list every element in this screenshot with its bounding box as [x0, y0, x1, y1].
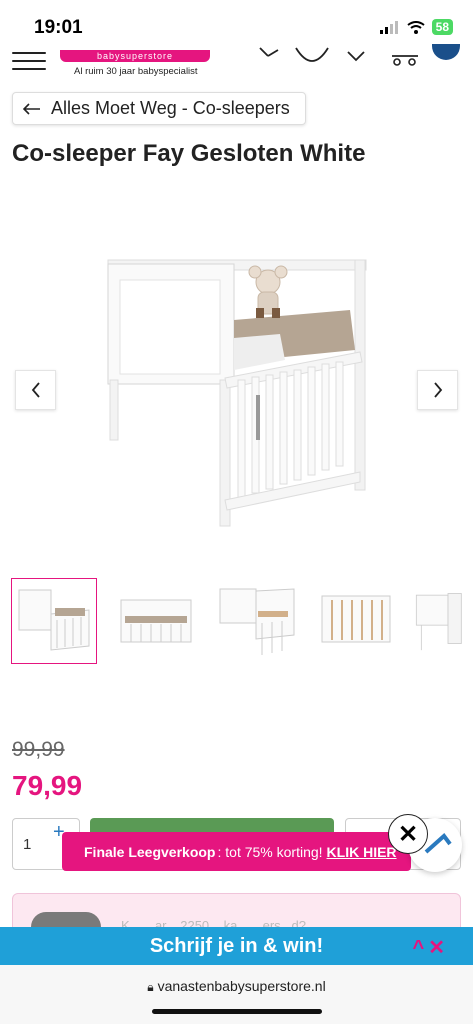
wifi-icon — [407, 20, 425, 34]
thumbnail-3[interactable] — [213, 578, 299, 664]
cart-count-badge — [432, 44, 460, 60]
chevron-down-icon[interactable] — [345, 46, 367, 66]
lock-icon: 🔒︎ — [147, 980, 154, 994]
url-text: vanastenbabysuperstore.nl — [157, 978, 326, 994]
crib-thumbnail-image — [18, 589, 90, 651]
close-icon[interactable]: ✕ — [388, 814, 428, 854]
chevron-up-icon[interactable]: ^ — [413, 937, 429, 959]
sale-price: 79,99 — [12, 770, 83, 801]
signup-controls[interactable]: ^✕ — [413, 935, 449, 960]
previous-image-button[interactable] — [15, 370, 56, 410]
thumbnail-4[interactable] — [313, 578, 399, 664]
close-icon[interactable]: ✕ — [428, 937, 449, 959]
signal-icon — [379, 20, 398, 34]
crib-thumbnail-image — [415, 593, 462, 651]
menu-icon[interactable] — [12, 52, 46, 72]
chevron-right-icon — [433, 382, 442, 398]
status-icons: 58 — [379, 19, 453, 35]
signup-label: Schrijf je in & win! — [149, 934, 324, 957]
chevron-left-icon — [31, 382, 40, 398]
arrow-left-icon — [23, 102, 40, 115]
promo-title: Finale Leegverkoop — [84, 843, 216, 860]
product-image[interactable] — [80, 220, 400, 550]
logo-tagline: Al ruim 30 jaar babyspecialist — [74, 66, 198, 77]
old-price: 99,99 — [12, 738, 65, 761]
quantity-value: 1 — [23, 836, 32, 853]
thumbnail-1[interactable] — [11, 578, 97, 664]
battery-icon: 58 — [431, 19, 453, 35]
url-display: 🔒︎ vanastenbabysuperstore.nl — [0, 978, 473, 995]
status-time: 19:01 — [34, 17, 83, 38]
crib-thumbnail-image — [120, 599, 192, 643]
browser-address-bar[interactable]: 🔒︎ vanastenbabysuperstore.nl — [0, 965, 473, 1024]
home-indicator — [152, 1009, 322, 1014]
site-header: babysuperstore Al ruim 30 jaar babyspeci… — [0, 44, 473, 82]
cart-icon[interactable] — [390, 44, 420, 68]
product-title: Co-sleeper Fay Gesloten White — [12, 140, 366, 167]
search-icon[interactable] — [258, 46, 286, 66]
promo-link[interactable]: KLIK HIER — [327, 844, 397, 860]
breadcrumb-label: Alles Moet Weg - Co-sleepers — [51, 98, 290, 118]
next-image-button[interactable] — [417, 370, 458, 410]
promo-banner[interactable]: Finale Leegverkoop : tot 75% korting! KL… — [62, 832, 411, 871]
crib-thumbnail-image — [321, 595, 391, 643]
promo-text: : tot 75% korting! — [217, 843, 323, 860]
crib-thumbnail-image — [219, 588, 295, 655]
signup-banner[interactable]: Schrijf je in & win! ^✕ — [0, 927, 473, 965]
logo[interactable]: babysuperstore — [60, 50, 210, 62]
breadcrumb-back-button[interactable]: Alles Moet Weg - Co-sleepers — [12, 92, 306, 125]
thumbnail-5[interactable] — [413, 578, 463, 664]
thumbnail-2[interactable] — [112, 578, 198, 664]
account-icon[interactable] — [294, 44, 330, 68]
